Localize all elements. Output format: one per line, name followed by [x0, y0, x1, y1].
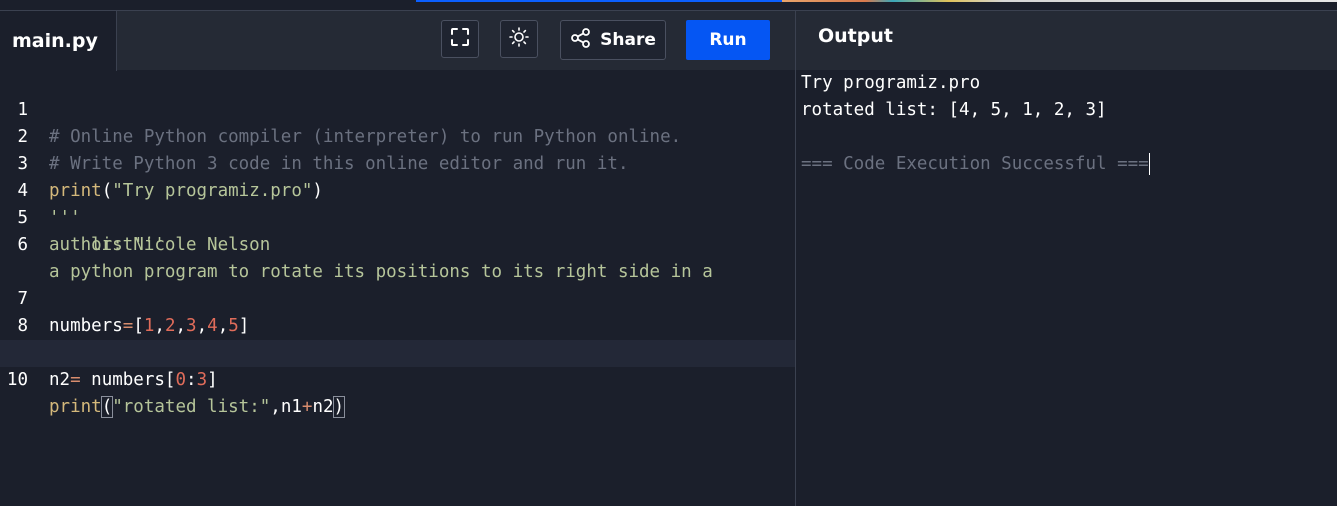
text-cursor — [1148, 153, 1150, 175]
theme-toggle-button[interactable] — [500, 20, 538, 58]
code-line: 4 ''' — [0, 151, 795, 228]
output-line: rotated list: [4, 5, 1, 2, 3] — [801, 100, 1107, 120]
share-label: Share — [600, 30, 656, 50]
output-status-line: === Code Execution Successful === — [801, 151, 1150, 178]
pane-divider[interactable] — [795, 10, 796, 506]
line-number: 6 — [17, 235, 28, 255]
code-text: n2= numbers[0:3] — [49, 370, 218, 390]
code-text-wrapped: list''' — [91, 235, 165, 255]
fullscreen-button[interactable] — [441, 20, 479, 58]
file-tab-main-py[interactable]: main.py — [0, 10, 117, 71]
code-line: 9 n2= numbers[0:3] — [0, 313, 795, 390]
code-line: 1 # Online Python compiler (interpreter)… — [0, 70, 795, 147]
top-accent-bar — [416, 0, 782, 2]
run-button[interactable]: Run — [686, 20, 770, 60]
code-line: 6 a python program to rotate its positio… — [0, 205, 795, 282]
fullscreen-icon — [449, 26, 471, 52]
output-line: Try programiz.pro — [801, 73, 981, 93]
code-text: print("rotated list:",n1+n2) — [49, 396, 346, 418]
top-banner-strip — [782, 0, 1337, 2]
code-line: 8 n1=numbers[-2:] — [0, 286, 795, 363]
code-line: 5 author: Nicole Nelson — [0, 178, 795, 255]
line-number: 10 — [6, 370, 28, 390]
code-line: 7 numbers=[1,2,3,4,5] — [0, 259, 795, 336]
output-title: Output — [818, 25, 893, 47]
share-icon — [570, 27, 592, 54]
code-line: 3 print("Try programiz.pro") — [0, 124, 795, 201]
code-line: 2 # Write Python 3 code in this online e… — [0, 97, 795, 174]
code-editor[interactable]: 1 # Online Python compiler (interpreter)… — [0, 70, 795, 506]
sun-icon — [508, 26, 530, 52]
code-line-active: 10 print("rotated list:",n1+n2) — [0, 340, 795, 418]
share-button[interactable]: Share — [560, 20, 666, 60]
run-label: Run — [709, 30, 747, 50]
file-tab-label: main.py — [12, 29, 98, 52]
execution-status: === Code Execution Successful === — [801, 154, 1149, 174]
editor-toolbar — [0, 10, 1337, 70]
top-strip — [0, 0, 1337, 10]
